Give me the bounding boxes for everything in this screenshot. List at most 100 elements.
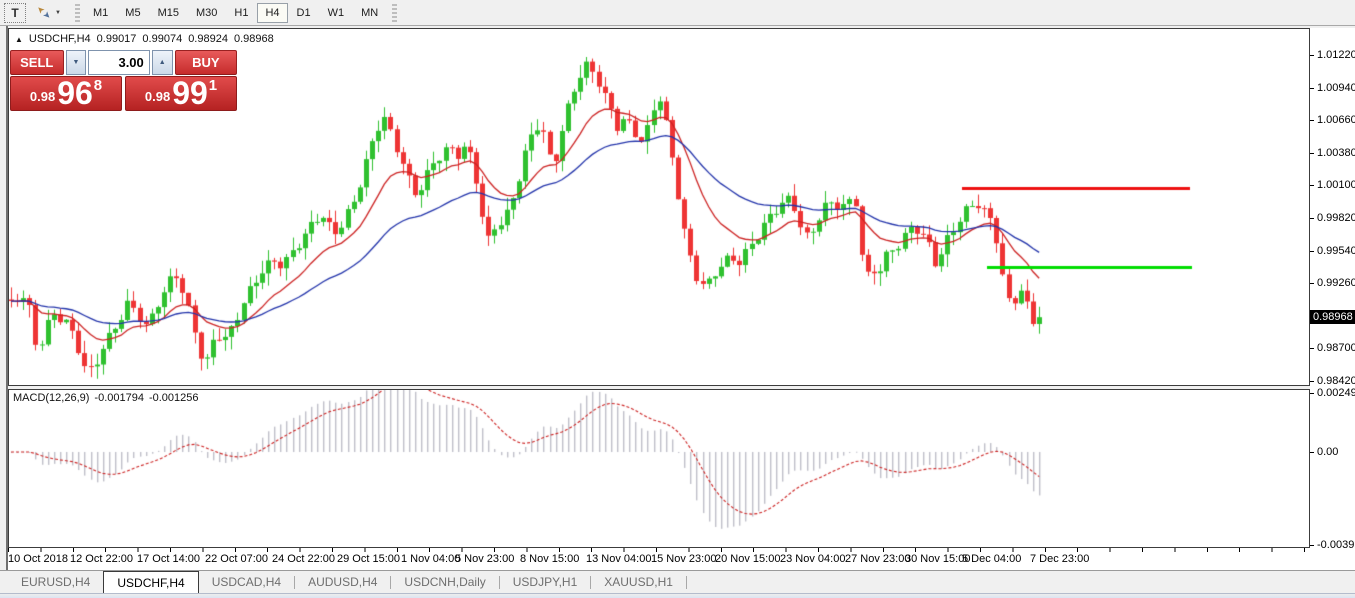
macd-axis-tick [1310, 545, 1314, 546]
time-axis-label: 10 Oct 2018 [8, 553, 68, 565]
time-axis-label: 17 Oct 14:00 [137, 553, 200, 565]
price-axis-label: 1.01220 [1317, 49, 1355, 61]
price-axis-tick [1310, 185, 1314, 186]
time-axis-label: 7 Dec 23:00 [1030, 553, 1089, 565]
macd-axis-label: 0.00 [1317, 446, 1338, 458]
price-axis-tick [1310, 55, 1314, 56]
sell-price-big: 96 [57, 78, 93, 108]
chart-tab-usdcad-h4[interactable]: USDCAD,H4 [199, 571, 294, 593]
ohlc-open: 0.99017 [97, 33, 137, 45]
lot-increase-button[interactable]: ▲ [152, 50, 173, 75]
toolbar-separator [392, 4, 397, 22]
macd-signal-value: -0.001256 [149, 392, 199, 404]
diagonal-arrows-icon: ➤ ➤ [37, 5, 52, 20]
one-click-trading-panel: SELL ▼ 3.00 ▲ BUY 0.98 96 8 0.98 99 1 [10, 50, 237, 111]
macd-axis-tick [1310, 393, 1314, 394]
lot-size-input[interactable]: 3.00 [88, 50, 149, 75]
timeframe-button-d1[interactable]: D1 [289, 3, 319, 23]
ohlc-high: 0.99074 [142, 33, 182, 45]
timeframe-toolbar: M1M5M15M30H1H4D1W1MN [85, 3, 387, 23]
time-axis-label: 23 Nov 04:00 [780, 553, 845, 565]
macd-label: MACD(12,26,9) -0.001794 -0.001256 [13, 392, 199, 404]
price-axis-tick [1310, 283, 1314, 284]
chart-title: ▲ USDCHF,H4 0.99017 0.99074 0.98924 0.98… [15, 33, 274, 45]
time-axis-label: 1 Nov 04:00 [401, 553, 460, 565]
macd-axis-tick [1310, 452, 1314, 453]
time-axis-label: 22 Oct 07:00 [205, 553, 268, 565]
buy-price-prefix: 0.98 [145, 89, 170, 104]
time-axis-label: 13 Nov 04:00 [586, 553, 651, 565]
text-tool-button[interactable]: T [4, 3, 26, 23]
price-axis-label: 0.98420 [1317, 375, 1355, 387]
chart-tab-bar: EURUSD,H4USDCHF,H4USDCAD,H4AUDUSD,H4USDC… [0, 570, 1355, 593]
ohlc-low: 0.98924 [188, 33, 228, 45]
time-axis-label: 20 Nov 15:00 [715, 553, 780, 565]
lot-decrease-button[interactable]: ▼ [66, 50, 87, 75]
timeframe-button-h4[interactable]: H4 [257, 3, 287, 23]
buy-price-pip: 1 [209, 77, 217, 94]
price-axis-tick [1310, 153, 1314, 154]
chart-tab-usdchf-h4[interactable]: USDCHF,H4 [103, 571, 198, 593]
price-axis-tick [1310, 381, 1314, 382]
price-axis-tick [1310, 348, 1314, 349]
price-axis-tick [1310, 88, 1314, 89]
time-axis-label: 24 Oct 22:00 [272, 553, 335, 565]
price-axis-label: 1.00100 [1317, 179, 1355, 191]
buy-button[interactable]: BUY [175, 50, 237, 75]
time-axis-label: 8 Nov 15:00 [520, 553, 579, 565]
status-strip [0, 593, 1355, 598]
timeframe-button-w1[interactable]: W1 [320, 3, 353, 23]
price-axis-label: 0.99540 [1317, 245, 1355, 257]
price-axis-label: 1.00940 [1317, 82, 1355, 94]
buy-price-panel[interactable]: 0.98 99 1 [125, 76, 237, 111]
toolbar-separator [75, 4, 80, 22]
timeframe-button-h1[interactable]: H1 [226, 3, 256, 23]
sell-price-panel[interactable]: 0.98 96 8 [10, 76, 122, 111]
timeframe-button-m5[interactable]: M5 [117, 3, 148, 23]
chart-tab-eurusd-h4[interactable]: EURUSD,H4 [8, 571, 103, 593]
collapse-panel-icon[interactable]: ▲ [15, 35, 23, 44]
sell-price-pip: 8 [94, 77, 102, 94]
price-axis-label: 0.99260 [1317, 277, 1355, 289]
time-axis-label: 12 Oct 22:00 [70, 553, 133, 565]
chart-symbol-period: USDCHF,H4 [29, 33, 91, 45]
time-axis-ticks [8, 548, 1310, 552]
chart-tab-audusd-h4[interactable]: AUDUSD,H4 [295, 571, 390, 593]
price-axis-label: 0.98700 [1317, 342, 1355, 354]
time-axis[interactable]: 10 Oct 201812 Oct 22:00 17 Oct 14:00 22 Oc… [8, 548, 1355, 570]
ohlc-close: 0.98968 [234, 33, 274, 45]
macd-axis-label: 0.002492 [1317, 387, 1355, 399]
toolbar: T ➤ ➤ ▼ M1M5M15M30H1H4D1W1MN [0, 0, 1355, 26]
timeframe-button-mn[interactable]: MN [353, 3, 386, 23]
macd-indicator-panel[interactable]: MACD(12,26,9) -0.001794 -0.001256 [8, 389, 1310, 548]
time-axis-label: 15 Nov 23:00 [651, 553, 716, 565]
sell-button[interactable]: SELL [10, 50, 64, 75]
timeframe-button-m15[interactable]: M15 [150, 3, 187, 23]
timeframe-button-m1[interactable]: M1 [85, 3, 116, 23]
current-price-badge: 0.98968 [1310, 310, 1355, 324]
price-axis-tick [1310, 251, 1314, 252]
time-axis-label: 5 Dec 04:00 [962, 553, 1021, 565]
macd-name: MACD(12,26,9) [13, 392, 89, 404]
time-axis-label: 30 Nov 15:00 [905, 553, 970, 565]
main-chart-panel[interactable]: ▲ USDCHF,H4 0.99017 0.99074 0.98924 0.98… [8, 28, 1310, 386]
buy-price-big: 99 [172, 78, 208, 108]
chart-tab-xauusd-h1[interactable]: XAUUSD,H1 [591, 571, 686, 593]
macd-chart-canvas[interactable] [9, 390, 1309, 547]
price-axis-tick [1310, 120, 1314, 121]
price-axis[interactable]: 1.012201.009401.006601.003801.001000.998… [1310, 28, 1355, 570]
time-axis-label: 27 Nov 23:00 [845, 553, 910, 565]
time-axis-label: 29 Oct 15:00 [337, 553, 400, 565]
tab-separator [686, 576, 687, 589]
arrows-tool-button[interactable]: ➤ ➤ ▼ [32, 3, 66, 23]
macd-main-value: -0.001794 [94, 392, 144, 404]
price-axis-label: 1.00380 [1317, 147, 1355, 159]
chart-tab-usdcnh-daily[interactable]: USDCNH,Daily [391, 571, 498, 593]
chart-tab-usdjpy-h1[interactable]: USDJPY,H1 [500, 571, 590, 593]
sell-price-prefix: 0.98 [30, 89, 55, 104]
price-axis-label: 1.00660 [1317, 114, 1355, 126]
timeframe-button-m30[interactable]: M30 [188, 3, 225, 23]
window-left-frame [0, 26, 8, 570]
dropdown-caret-icon: ▼ [55, 10, 61, 16]
price-axis-tick [1310, 218, 1314, 219]
